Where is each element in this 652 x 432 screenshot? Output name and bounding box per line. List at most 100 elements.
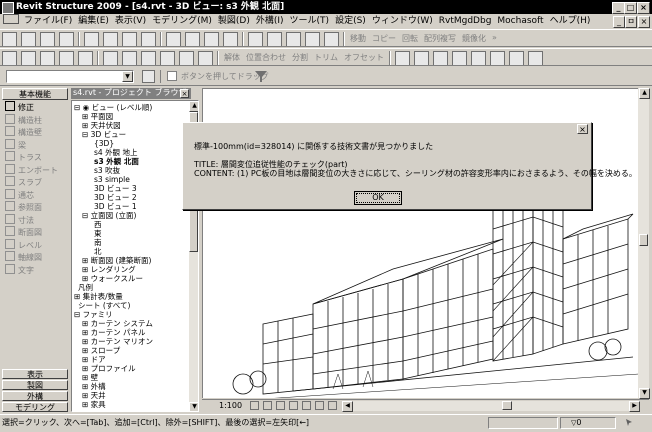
tree-item[interactable]: ⊞ 外構 bbox=[82, 382, 106, 391]
tree-item[interactable]: 3D ビュー 2 bbox=[94, 193, 137, 202]
menu-rvtmgddbg[interactable]: RvtMgdDbg bbox=[436, 16, 495, 26]
model-graphics-icon[interactable] bbox=[263, 401, 272, 410]
tree-item[interactable]: シート (すべて) bbox=[78, 301, 130, 310]
scroll-down-icon[interactable]: ▼ bbox=[189, 402, 198, 411]
dimension-icon[interactable] bbox=[103, 51, 118, 65]
ok-button[interactable]: OK bbox=[354, 191, 402, 205]
palette-tab-drafting[interactable]: 製図 bbox=[2, 380, 68, 390]
palette-beam[interactable]: 梁 bbox=[2, 138, 68, 152]
tree-item[interactable]: ⊞ 平面図 bbox=[82, 112, 113, 121]
offset-tool[interactable]: オフセット bbox=[341, 52, 387, 63]
reveal-hidden-icon[interactable] bbox=[328, 401, 337, 410]
tree-item[interactable]: ⊞ ウォークスルー bbox=[82, 274, 143, 283]
palette-section[interactable]: 断面図 bbox=[2, 226, 68, 239]
menu-tools[interactable]: ツール(T) bbox=[287, 16, 333, 26]
detail-level-icon[interactable] bbox=[250, 401, 259, 410]
tree-item[interactable]: 凡例 bbox=[78, 283, 93, 292]
tree-item[interactable]: 南 bbox=[94, 238, 102, 247]
tree-item[interactable]: 東 bbox=[94, 229, 102, 238]
room-icon[interactable] bbox=[78, 51, 93, 65]
help-cursor-icon[interactable] bbox=[223, 32, 238, 46]
tree-item[interactable]: s3 吹抜 bbox=[94, 166, 120, 175]
save-icon[interactable] bbox=[40, 32, 55, 46]
wall-icon[interactable] bbox=[2, 51, 17, 65]
browser-close-icon[interactable]: × bbox=[180, 89, 189, 98]
restore-button[interactable]: □ bbox=[624, 2, 637, 14]
palette-slab[interactable]: スラブ bbox=[2, 176, 68, 189]
more-tools-chevron[interactable]: » bbox=[489, 33, 500, 42]
component-icon[interactable] bbox=[59, 51, 74, 65]
section-icon[interactable] bbox=[286, 32, 301, 46]
move-tool[interactable]: 移動 bbox=[347, 33, 369, 44]
menu-mochasoft[interactable]: Mochasoft bbox=[494, 16, 546, 26]
text-icon[interactable] bbox=[122, 51, 137, 65]
palette-truss[interactable]: トラス bbox=[2, 151, 68, 164]
measure-icon[interactable] bbox=[204, 32, 219, 46]
array-tool[interactable]: 配列複写 bbox=[421, 33, 459, 44]
tree-item[interactable]: ⊟ ファミリ bbox=[74, 310, 113, 319]
properties-icon[interactable] bbox=[142, 70, 155, 83]
scroll-left-icon[interactable]: ◀ bbox=[342, 401, 353, 412]
palette-text[interactable]: 文字 bbox=[2, 263, 68, 277]
tree-item[interactable]: ⊞ レンダリング bbox=[82, 265, 136, 274]
undo-icon[interactable] bbox=[166, 32, 181, 46]
hide-isolate-icon[interactable] bbox=[315, 401, 324, 410]
tree-item[interactable]: ⊞ プロファイル bbox=[82, 364, 136, 373]
palette-grid[interactable]: 通芯 bbox=[2, 188, 68, 202]
copy-icon[interactable] bbox=[103, 32, 118, 46]
view-horizontal-scrollbar[interactable]: ◀ ▶ bbox=[342, 401, 640, 412]
doc-minimize-button[interactable]: _ bbox=[613, 16, 625, 28]
split-tool[interactable]: 分割 bbox=[289, 52, 311, 63]
align-tool[interactable]: 位置合わせ bbox=[243, 52, 289, 63]
tree-item[interactable]: ⊟ ◉ ビュー (レベル順) bbox=[74, 103, 152, 112]
scroll-right-icon[interactable]: ▶ bbox=[629, 401, 640, 412]
view-vertical-scrollbar[interactable]: ▲ ▼ bbox=[638, 88, 650, 399]
scroll-up-icon[interactable]: ▲ bbox=[189, 101, 198, 112]
palette-structural-column[interactable]: 構造柱 bbox=[2, 113, 68, 127]
palette-component[interactable]: エンボート bbox=[2, 163, 68, 177]
scroll-thumb[interactable] bbox=[502, 401, 512, 410]
paste-icon[interactable] bbox=[122, 32, 137, 46]
tree-item[interactable]: ⊟ 立面図 (立面) bbox=[82, 211, 136, 220]
level-tool-icon[interactable] bbox=[198, 51, 213, 65]
crop-region-icon[interactable] bbox=[302, 401, 311, 410]
new-icon[interactable] bbox=[2, 32, 17, 46]
scroll-down-icon[interactable]: ▼ bbox=[639, 388, 650, 399]
palette-axis[interactable]: 軸線図 bbox=[2, 251, 68, 264]
shadows-icon[interactable] bbox=[276, 401, 285, 410]
grid-icon[interactable] bbox=[179, 51, 194, 65]
dropdown-arrow-icon[interactable]: ▼ bbox=[122, 71, 133, 82]
zoom-icon[interactable] bbox=[248, 32, 263, 46]
menu-file[interactable]: ファイル(F) bbox=[21, 16, 75, 26]
palette-tab-view[interactable]: 表示 bbox=[2, 369, 68, 379]
copy-tool[interactable]: コピー bbox=[369, 33, 399, 44]
menu-edit[interactable]: 編集(E) bbox=[75, 16, 112, 26]
tree-item[interactable]: {3D} bbox=[94, 139, 114, 148]
unpin-icon[interactable] bbox=[490, 51, 505, 65]
dialog-close-button[interactable]: × bbox=[577, 124, 588, 134]
tree-item[interactable]: ⊞ 壁 bbox=[82, 373, 98, 382]
tree-item[interactable]: s3 simple bbox=[94, 175, 130, 184]
link-icon[interactable] bbox=[433, 51, 448, 65]
open-icon[interactable] bbox=[21, 32, 36, 46]
tree-item[interactable]: 3D ビュー 3 bbox=[94, 184, 137, 193]
menu-help[interactable]: ヘルプ(H) bbox=[547, 16, 594, 26]
tree-item[interactable]: 西 bbox=[94, 220, 102, 229]
scroll-thumb[interactable] bbox=[639, 234, 648, 246]
doc-close-button[interactable]: × bbox=[638, 16, 650, 28]
ungroup-icon[interactable] bbox=[414, 51, 429, 65]
menu-modeling[interactable]: モデリング(M) bbox=[149, 16, 215, 26]
palette-modify[interactable]: 修正 bbox=[2, 101, 68, 114]
tag-icon[interactable] bbox=[141, 51, 156, 65]
print-icon[interactable] bbox=[59, 32, 74, 46]
type-selector[interactable]: ▼ bbox=[6, 70, 134, 83]
trim-tool[interactable]: トリム bbox=[311, 52, 341, 63]
palette-level[interactable]: レベル bbox=[2, 238, 68, 252]
redo-icon[interactable] bbox=[185, 32, 200, 46]
detail-icon[interactable] bbox=[160, 51, 175, 65]
tree-item[interactable]: s3 外観 北面 bbox=[94, 157, 139, 166]
tree-item[interactable]: 3D ビュー 1 bbox=[94, 202, 137, 211]
tree-item[interactable]: ⊞ カーテン システム bbox=[82, 319, 153, 328]
demolish-tool[interactable]: 解体 bbox=[221, 52, 243, 63]
cut-icon[interactable] bbox=[84, 32, 99, 46]
